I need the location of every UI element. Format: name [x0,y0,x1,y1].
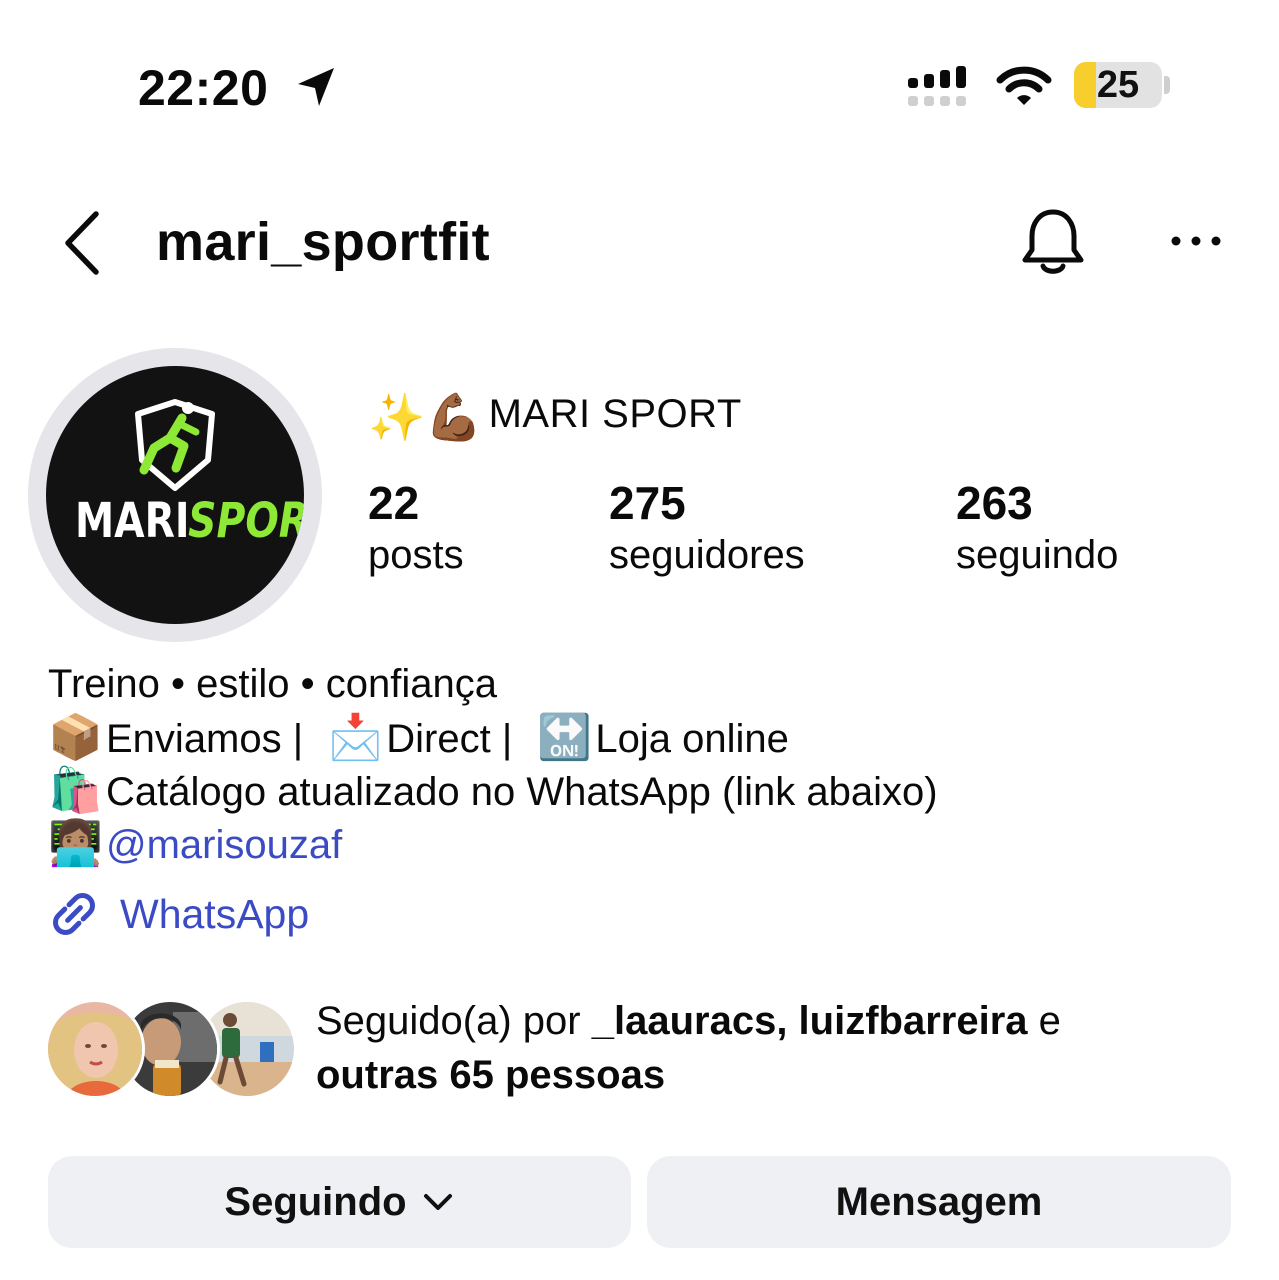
avatar[interactable]: MARI SPORT [46,366,304,624]
posts-count: 22 [368,477,420,529]
message-button[interactable]: Mensagem [647,1156,1231,1248]
chevron-left-icon[interactable] [58,208,108,278]
svg-text:SPORT: SPORT [188,493,304,549]
bio-line: Treino • estilo • confiança [48,662,497,706]
cellular-signal-icon [908,66,966,106]
status-time: 22:20 [138,60,269,116]
bio-line: 📦Enviamos | 📩Direct | 🔛Loja online [48,711,789,766]
svg-text:MARI: MARI [75,493,190,549]
posts-label: posts [368,533,464,577]
external-link[interactable]: WhatsApp [48,884,309,944]
woman-technologist-emoji: 👩🏽‍💻 [48,819,103,868]
bell-icon[interactable] [1018,206,1088,278]
display-name-text: MARI SPORT [488,392,742,436]
followers-label: seguidores [609,533,805,577]
bio-text: Enviamos | [106,717,304,761]
whatsapp-link[interactable]: WhatsApp [120,891,309,938]
on-arrow-emoji: 🔛 [537,713,593,762]
followed-by-names: _laauracs, luizfbarreira [591,999,1028,1043]
following-count: 263 [956,477,1033,529]
mention-link[interactable]: @marisouzaf [106,823,342,867]
message-button-label: Mensagem [835,1179,1043,1224]
envelope-emoji: 📩 [328,713,384,762]
followed-by-prefix: Seguido(a) por [316,999,592,1043]
shopping-bags-emoji: 🛍️ [48,766,103,815]
battery-icon: 25 [1074,62,1172,110]
followed-by-others: outras 65 pessoas [316,1053,666,1097]
location-arrow-icon [298,68,334,106]
follower-avatar[interactable] [45,999,145,1099]
following-button-label: Seguindo [224,1179,407,1224]
sparkles-muscle-emoji: ✨💪🏾 [368,391,483,443]
following-label: seguindo [956,533,1119,577]
stat-followers[interactable]: 275 seguidores [609,476,805,580]
stat-posts[interactable]: 22 posts [368,476,464,580]
following-button[interactable]: Seguindo [48,1156,631,1248]
display-name: ✨💪🏾 MARI SPORT [368,384,742,447]
bio-text: Direct | [386,717,513,761]
marisport-logo: MARI SPORT [75,399,304,549]
ellipsis-icon[interactable] [1168,224,1224,258]
wifi-icon [996,66,1052,105]
package-emoji: 📦 [48,713,103,762]
profile-username: mari_sportfit [156,212,490,272]
followers-count: 275 [609,477,686,529]
followed-by-joiner: e [1027,999,1061,1043]
bio-text: Catálogo atualizado no WhatsApp (link ab… [106,770,938,814]
bio-line: 👩🏽‍💻@marisouzaf [48,817,342,872]
stat-following[interactable]: 263 seguindo [956,476,1118,580]
bio-line: 🛍️Catálogo atualizado no WhatsApp (link … [48,764,938,819]
link-icon [53,893,95,935]
battery-level: 25 [1096,64,1140,106]
bio-text: Loja online [595,717,789,761]
followed-by-text[interactable]: Seguido(a) por _laauracs, luizfbarreira … [316,994,1216,1102]
chevron-down-icon [423,1194,452,1210]
